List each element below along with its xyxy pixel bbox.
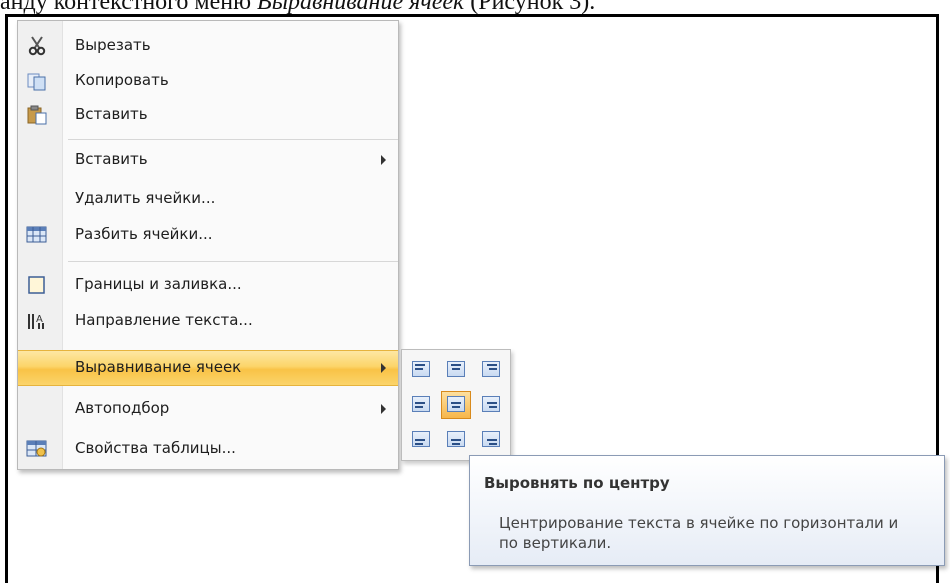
menu-item-paste[interactable]: Вставить [18, 97, 398, 133]
menu-separator [68, 139, 398, 140]
menu-item-split-cells[interactable]: Разбить ячейки... [18, 217, 398, 253]
submenu-arrow-icon [381, 404, 386, 414]
scissors-icon [26, 36, 48, 56]
align-top-left-icon [412, 361, 430, 377]
menu-item-insert[interactable]: Вставить [18, 142, 398, 178]
menu-item-cell-alignment[interactable]: Выравнивание ячеек [18, 350, 398, 386]
menu-item-text-direction[interactable]: A Направление текста... [18, 303, 398, 339]
copy-icon [26, 71, 48, 91]
menu-item-cut[interactable]: Вырезать [18, 28, 398, 64]
text-direction-icon: A [26, 311, 48, 331]
menu-item-delete-cells[interactable]: Удалить ячейки... [18, 181, 398, 217]
align-middle-left-icon [412, 396, 430, 412]
menu-item-label: Вставить [75, 150, 148, 168]
menu-item-copy[interactable]: Копировать [18, 63, 398, 99]
align-middle-right-button[interactable] [476, 391, 506, 419]
caption-suffix: (Рисунок 3). [464, 0, 596, 15]
menu-item-borders-shading[interactable]: Границы и заливка... [18, 267, 398, 303]
align-top-center-button[interactable] [441, 356, 471, 384]
menu-item-label: Вставить [75, 105, 148, 123]
align-bottom-right-button[interactable] [476, 426, 506, 454]
table-properties-icon [26, 439, 48, 459]
menu-item-label: Выравнивание ячеек [75, 358, 242, 376]
split-cells-icon [26, 225, 48, 245]
align-middle-right-icon [482, 396, 500, 412]
menu-item-label: Удалить ячейки... [75, 189, 216, 207]
tooltip-title: Выровнять по центру [484, 474, 670, 492]
borders-shading-icon [26, 275, 48, 295]
align-bottom-center-icon [447, 431, 465, 447]
context-menu: Вырезать Копировать Вставить Вставить Уд… [17, 20, 399, 470]
menu-item-label: Границы и заливка... [75, 275, 242, 293]
cell-alignment-submenu [401, 349, 511, 461]
align-bottom-center-button[interactable] [441, 426, 471, 454]
menu-item-label: Направление текста... [75, 311, 253, 329]
menu-separator [68, 261, 398, 262]
align-top-right-button[interactable] [476, 356, 506, 384]
menu-item-label: Разбить ячейки... [75, 225, 213, 243]
tooltip-body: Центрирование текста в ячейке по горизон… [499, 514, 899, 552]
align-bottom-left-button[interactable] [406, 426, 436, 454]
align-top-left-button[interactable] [406, 356, 436, 384]
menu-item-label: Автоподбор [75, 399, 170, 417]
menu-item-label: Вырезать [75, 36, 151, 54]
menu-item-label: Свойства таблицы... [75, 439, 236, 457]
align-middle-left-button[interactable] [406, 391, 436, 419]
submenu-arrow-icon [381, 363, 386, 373]
caption-prefix: анду контекстного меню [0, 0, 258, 15]
submenu-arrow-icon [381, 155, 386, 165]
menu-item-label: Копировать [75, 71, 169, 89]
align-middle-center-icon [447, 396, 465, 412]
align-bottom-left-icon [412, 431, 430, 447]
align-middle-center-button[interactable] [441, 391, 471, 419]
align-bottom-right-icon [482, 431, 500, 447]
caption-italic: Выравнивание ячеек [257, 0, 465, 15]
align-top-center-icon [447, 361, 465, 377]
paste-icon [26, 105, 48, 125]
menu-item-autofit[interactable]: Автоподбор [18, 391, 398, 427]
tooltip: Выровнять по центру Центрирование текста… [469, 455, 945, 566]
menu-item-table-properties[interactable]: Свойства таблицы... [18, 431, 398, 467]
align-top-right-icon [482, 361, 500, 377]
